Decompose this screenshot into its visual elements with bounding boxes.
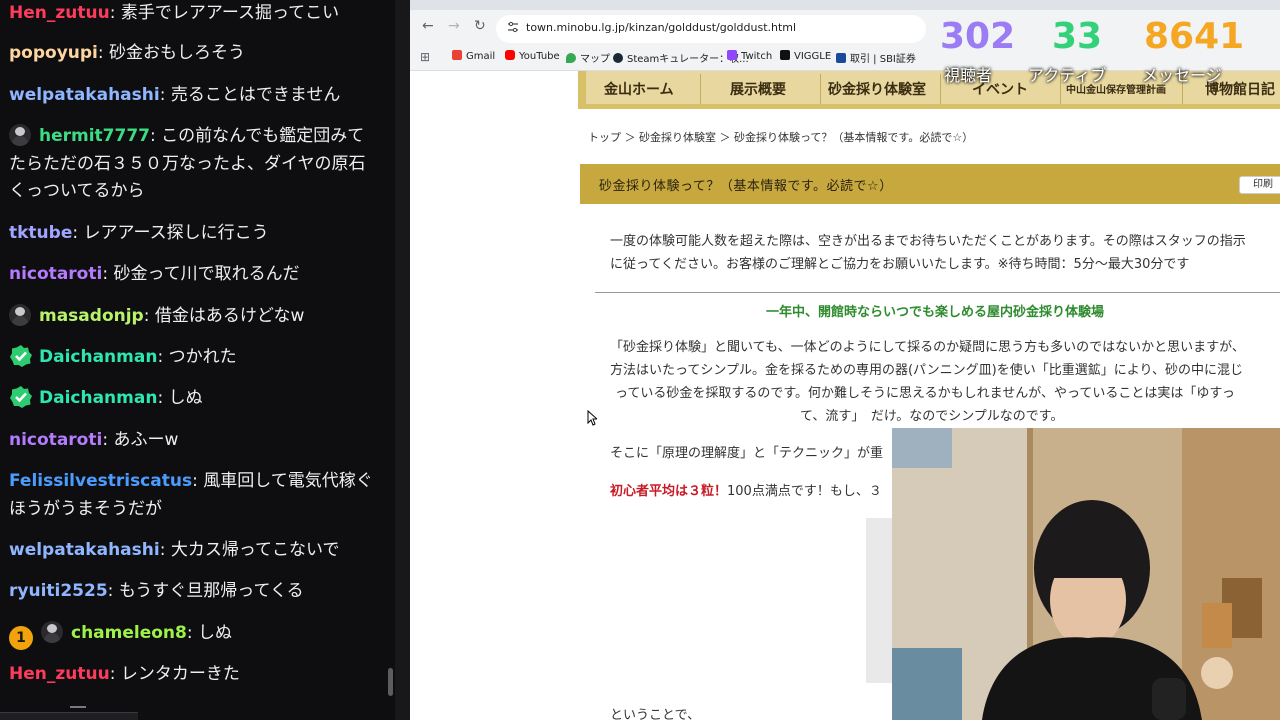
nav-divider	[940, 74, 941, 104]
chat-divider	[70, 706, 86, 708]
chat-username[interactable]: Hen_zutuu	[9, 664, 110, 684]
nav-divider	[820, 74, 821, 104]
paragraph-line: に従ってください。お客様のご理解とご協力をお願いいたします。※待ち時間：5分～最…	[610, 257, 1190, 272]
breadcrumb[interactable]: トップ ＞ 砂金採り体験室 ＞ 砂金採り体験って？（基本情報です。必読で☆）	[588, 129, 973, 145]
bookmark-maps[interactable]: マップ	[566, 50, 610, 65]
message-label: メッセージ	[1142, 66, 1222, 85]
chat-username[interactable]: masadonjp	[39, 306, 144, 326]
chat-message: nicotaroti: 砂金って川で取れるんだ	[9, 264, 300, 284]
chat-message: hermit7777: この前なんでも鑑定団みてたらただの石３５０万なったよ、ダ…	[9, 124, 366, 201]
bookmark-youtube[interactable]: YouTube	[505, 50, 560, 62]
paragraph-text: 100点満点です！もし、３	[727, 484, 882, 499]
chat-message: welpatakahashi: 大カス帰ってこないで	[9, 540, 340, 560]
chat-message: ryuiti2525: もうすぐ旦那帰ってくる	[9, 581, 304, 601]
paragraph-line: 方法はいたってシンプル。金を採るための専用の器(パンニング皿)を使い「比重選鉱」…	[610, 363, 1243, 378]
chat-panel: Hen_zutuu: 素手でレアアース掘ってこい popoyupi: 砂金おもし…	[0, 0, 395, 720]
forward-icon[interactable]: →	[448, 18, 460, 34]
chat-text: 大カス帰ってこないで	[170, 540, 340, 560]
chat-text: しぬ	[198, 623, 233, 643]
chat-username[interactable]: tktube	[9, 223, 72, 243]
bookmark-twitch[interactable]: Twitch	[727, 50, 772, 62]
paragraph-line: 「砂金採り体験」と聞いても、一体どのようにして採るのか疑問に思う方も多いのではな…	[610, 340, 1245, 355]
chat-username[interactable]: Felissilvestriscatus	[9, 471, 192, 491]
print-button[interactable]: 印刷	[1239, 176, 1280, 194]
paragraph-line: ということで、	[610, 708, 701, 720]
chat-username[interactable]: Daichanman	[39, 388, 157, 408]
chat-text: つかれた	[168, 347, 237, 367]
chat-message: masadonjp: 借金はあるけどなw	[9, 303, 379, 331]
chat-username[interactable]: ryuiti2525	[9, 581, 108, 601]
chat-message: 1 chameleon8: しぬ	[9, 620, 379, 650]
chat-username[interactable]: welpatakahashi	[9, 540, 160, 560]
nav-exhibits[interactable]: 展示概要	[730, 79, 786, 99]
webcam-overlay	[892, 428, 1280, 720]
chat-text: レンタカーきた	[120, 664, 240, 684]
chat-input-bar[interactable]	[0, 712, 138, 720]
chat-text: もうすぐ旦那帰ってくる	[118, 581, 304, 601]
divider	[595, 292, 1280, 293]
message-count: 8641	[1144, 16, 1245, 57]
highlight-text: 初心者平均は３粒！	[610, 484, 728, 499]
verified-badge-icon	[10, 345, 32, 367]
page-title: 砂金採り体験って？（基本情報です。必読で☆）	[599, 179, 893, 194]
chat-username[interactable]: welpatakahashi	[9, 85, 160, 105]
webcam-image	[892, 428, 1280, 720]
reload-icon[interactable]: ↻	[474, 18, 486, 34]
tab-strip[interactable]	[410, 0, 1280, 10]
nav-experience-room[interactable]: 砂金採り体験室	[828, 79, 926, 99]
active-count: 33	[1052, 16, 1103, 57]
chat-message: popoyupi: 砂金おもしろそう	[9, 43, 246, 63]
chat-message: welpatakahashi: 売ることはできません	[9, 85, 341, 105]
subscriber-badge-icon: 1	[9, 626, 33, 650]
chat-message: tktube: レアアース探しに行こう	[9, 223, 269, 243]
chat-scrollbar[interactable]	[388, 668, 393, 696]
verified-badge-icon	[10, 386, 32, 408]
viewer-label: 視聴者	[944, 66, 993, 85]
chat-text: 素手でレアアース掘ってこい	[120, 3, 340, 23]
chat-message: Daichanman: つかれた	[9, 344, 379, 372]
chat-username[interactable]: Hen_zutuu	[9, 3, 110, 23]
chat-username[interactable]: hermit7777	[39, 126, 150, 146]
user-avatar-icon	[41, 621, 63, 643]
chat-message: Daichanman: しぬ	[9, 385, 379, 413]
section-subheading: 一年中、開館時ならいつでも楽しめる屋内砂金採り体験場	[766, 305, 1105, 320]
chat-message: Hen_zutuu: 素手でレアアース掘ってこい	[9, 3, 340, 23]
chat-username[interactable]: nicotaroti	[9, 264, 102, 284]
content-image	[866, 518, 894, 683]
mouse-cursor-icon	[587, 410, 597, 426]
user-avatar-icon	[9, 124, 31, 146]
paragraph-line: て、流す」 だけ。なのでシンプルなのです。	[800, 409, 1064, 424]
apps-grid-icon[interactable]: ⊞	[420, 50, 430, 64]
back-icon[interactable]: ←	[422, 18, 434, 34]
chat-username[interactable]: chameleon8	[71, 623, 187, 643]
active-label: アクティブ	[1028, 66, 1107, 85]
paragraph-line: 初心者平均は３粒！100点満点です！もし、３	[610, 480, 882, 503]
chat-username[interactable]: nicotaroti	[9, 430, 102, 450]
nav-divider	[700, 74, 701, 104]
chat-text: 砂金おもしろそう	[109, 43, 246, 63]
chat-message: nicotaroti: あふーw	[9, 430, 179, 450]
chat-text: レアアース探しに行こう	[83, 223, 269, 243]
chat-text: 借金はあるけどなw	[154, 306, 305, 326]
viewer-count: 302	[940, 16, 1016, 57]
user-avatar-icon	[9, 304, 31, 326]
paragraph-line: 一度の体験可能人数を超えた際は、空きが出るまでお待ちいただくことがあります。その…	[610, 234, 1246, 249]
nav-home[interactable]: 金山ホーム	[604, 79, 674, 99]
chat-username[interactable]: Daichanman	[39, 347, 157, 367]
paragraph-line: っている砂金を採取するのです。何か難しそうに思えるかもしれませんが、やっているこ…	[615, 386, 1235, 401]
chat-text: 売ることはできません	[170, 85, 341, 105]
site-info-icon[interactable]	[507, 21, 519, 33]
bookmark-gmail[interactable]: Gmail	[452, 50, 495, 62]
chat-username[interactable]: popoyupi	[9, 43, 98, 63]
url-text[interactable]: town.minobu.lg.jp/kinzan/golddust/golddu…	[526, 21, 796, 34]
chat-text: しぬ	[168, 388, 203, 408]
bookmark-viggle[interactable]: VIGGLE	[780, 50, 831, 62]
chat-message: Felissilvestriscatus: 風車回して電気代稼ぐほうがうまそうだ…	[9, 471, 373, 519]
paragraph-line: そこに「原理の理解度」と「テクニック」が重	[610, 446, 884, 461]
chat-text: あふーw	[113, 430, 179, 450]
chat-message: Hen_zutuu: レンタカーきた	[9, 664, 240, 684]
chat-text: 砂金って川で取れるんだ	[113, 264, 300, 284]
bookmark-sbi[interactable]: 取引 | SBI証券	[836, 50, 916, 65]
